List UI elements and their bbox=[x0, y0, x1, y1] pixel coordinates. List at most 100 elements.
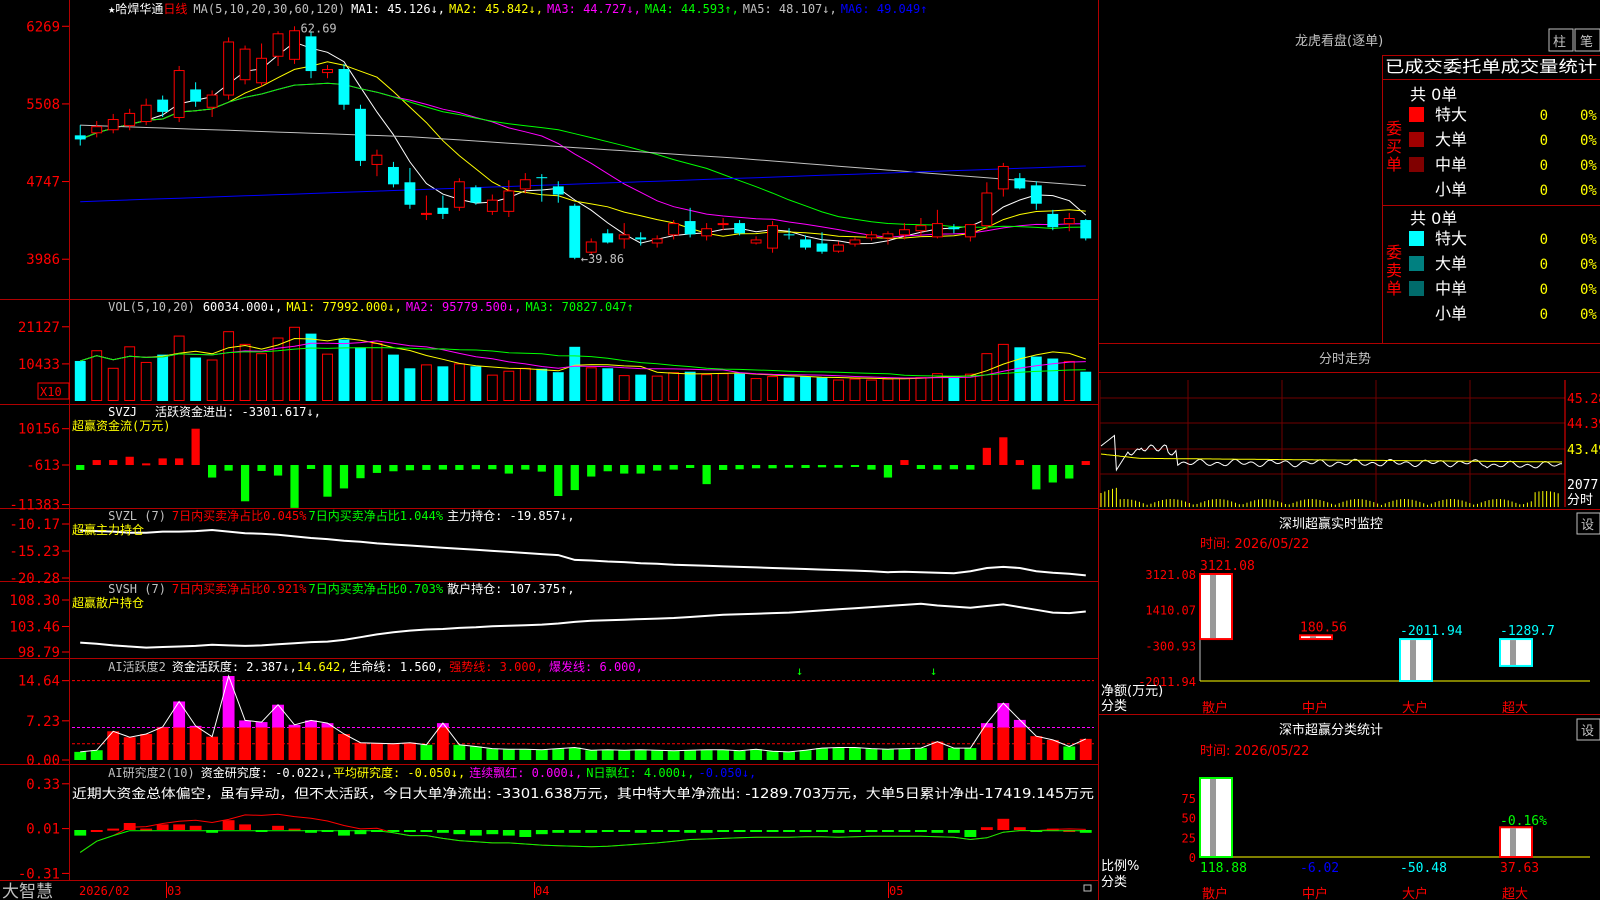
ai1-bar[interactable] bbox=[486, 748, 499, 760]
ai1-bar[interactable] bbox=[1063, 746, 1076, 760]
ai1-bar[interactable] bbox=[371, 743, 383, 760]
svzj-bar[interactable] bbox=[224, 465, 233, 471]
candle[interactable] bbox=[223, 37, 235, 100]
lhb-column-button[interactable]: 柱 bbox=[1548, 28, 1574, 52]
ai1-bar[interactable] bbox=[684, 750, 697, 760]
vol-bar[interactable] bbox=[833, 379, 844, 401]
ai1-bar[interactable] bbox=[74, 751, 87, 760]
ai1-bar[interactable] bbox=[140, 733, 153, 760]
vol-bar[interactable] bbox=[915, 377, 927, 402]
ai1-bar[interactable] bbox=[816, 748, 828, 760]
vol-bar[interactable] bbox=[74, 360, 86, 401]
ai2-bar[interactable] bbox=[173, 824, 186, 830]
ai2-bar[interactable] bbox=[156, 824, 169, 830]
ai2-bar[interactable] bbox=[898, 830, 911, 832]
svzj-bar[interactable] bbox=[488, 465, 497, 470]
ai2-bar[interactable] bbox=[997, 818, 1010, 830]
vol-bar[interactable] bbox=[223, 331, 235, 401]
ai1-bar[interactable] bbox=[90, 750, 103, 760]
vol-bar[interactable] bbox=[1047, 358, 1059, 401]
vol-bar[interactable] bbox=[338, 339, 350, 401]
svzj-bar[interactable] bbox=[603, 465, 612, 472]
vol-bar[interactable] bbox=[536, 368, 548, 401]
svzj-bar[interactable] bbox=[916, 465, 926, 469]
ai1-bar[interactable] bbox=[469, 746, 482, 760]
ai2-bar[interactable] bbox=[1013, 827, 1026, 830]
vol-bar[interactable] bbox=[585, 367, 597, 402]
vol-bar[interactable] bbox=[91, 350, 103, 402]
svzj-bar[interactable] bbox=[1048, 465, 1057, 483]
vol-bar[interactable] bbox=[470, 366, 482, 401]
vol-bar[interactable] bbox=[140, 361, 152, 401]
ai1-bar[interactable] bbox=[1079, 738, 1092, 760]
ai1-bar[interactable] bbox=[733, 750, 746, 760]
vol-bar[interactable] bbox=[783, 377, 795, 401]
ai2-bar[interactable] bbox=[799, 830, 812, 832]
ai2-bar[interactable] bbox=[849, 830, 861, 832]
svzj-bar[interactable] bbox=[933, 465, 942, 470]
vol-bar[interactable] bbox=[668, 372, 680, 402]
ai2-bar[interactable] bbox=[189, 825, 202, 830]
svzj-bar[interactable] bbox=[422, 465, 431, 470]
candle[interactable] bbox=[239, 45, 251, 85]
ai1-bar[interactable] bbox=[453, 744, 466, 760]
ai2-bar[interactable] bbox=[882, 830, 894, 832]
ai2-bar[interactable] bbox=[222, 820, 235, 830]
vol-bar[interactable] bbox=[371, 342, 383, 401]
vol-bar[interactable] bbox=[420, 364, 432, 401]
ai1-bar[interactable] bbox=[849, 747, 861, 760]
vol-bar[interactable] bbox=[569, 346, 581, 401]
svzj-bar[interactable] bbox=[504, 465, 513, 474]
ai2-bar[interactable] bbox=[585, 830, 598, 833]
svzj-bar[interactable] bbox=[718, 465, 728, 470]
ai2-bar[interactable] bbox=[964, 830, 977, 837]
ai2-bar[interactable] bbox=[783, 830, 795, 832]
vol-bar[interactable] bbox=[767, 376, 779, 402]
ai2-bar[interactable] bbox=[667, 830, 680, 832]
ai1-bar[interactable] bbox=[189, 725, 202, 760]
ai2-bar[interactable] bbox=[502, 830, 515, 836]
svzj-bar[interactable] bbox=[1065, 465, 1074, 479]
vol-bar[interactable] bbox=[602, 368, 614, 401]
ai1-bar[interactable] bbox=[865, 748, 878, 760]
svzj-bar[interactable] bbox=[768, 465, 777, 469]
svzj-bar[interactable] bbox=[306, 465, 316, 469]
ai2-bar[interactable] bbox=[717, 830, 730, 832]
ai1-bar[interactable] bbox=[403, 742, 416, 760]
vol-bar[interactable] bbox=[964, 373, 976, 401]
svzj-bar[interactable] bbox=[1081, 461, 1090, 465]
ai2-bar[interactable] bbox=[931, 830, 944, 833]
ai2-bar[interactable] bbox=[469, 830, 482, 836]
ai1-bar[interactable] bbox=[601, 749, 614, 760]
svzj-bar[interactable] bbox=[290, 465, 299, 508]
ai2-bar[interactable] bbox=[750, 830, 763, 832]
ai1-bar[interactable] bbox=[799, 750, 812, 760]
svzj-bar[interactable] bbox=[76, 465, 85, 470]
svzj-bar[interactable] bbox=[1015, 460, 1024, 465]
svzj-bar[interactable] bbox=[438, 465, 448, 470]
candle[interactable] bbox=[767, 221, 779, 253]
vol-bar[interactable] bbox=[800, 376, 811, 401]
candle[interactable] bbox=[289, 26, 300, 64]
vol-bar[interactable] bbox=[849, 378, 861, 401]
svzj-bar[interactable] bbox=[257, 465, 266, 471]
ai2-bar[interactable] bbox=[90, 830, 103, 832]
vol-bar[interactable] bbox=[866, 379, 877, 401]
ai1-bar[interactable] bbox=[173, 701, 186, 760]
vol-bar[interactable] bbox=[503, 370, 515, 401]
ai2-bar[interactable] bbox=[816, 830, 828, 832]
svzj-bar[interactable] bbox=[817, 465, 827, 468]
svzj-bar[interactable] bbox=[356, 465, 365, 479]
svzj-bar[interactable] bbox=[867, 465, 876, 470]
vol-bar[interactable] bbox=[157, 354, 169, 401]
svzj-bar[interactable] bbox=[554, 465, 563, 497]
ai1-bar[interactable] bbox=[832, 747, 845, 760]
vol-bar[interactable] bbox=[107, 367, 119, 401]
ai1-bar[interactable] bbox=[997, 703, 1010, 760]
svzj-bar[interactable] bbox=[455, 465, 464, 470]
vol-bar[interactable] bbox=[948, 376, 960, 401]
ai1-bar[interactable] bbox=[387, 743, 400, 760]
svzj-bar[interactable] bbox=[372, 465, 382, 473]
svzj-bar[interactable] bbox=[587, 465, 596, 477]
ai2-bar[interactable] bbox=[618, 830, 631, 832]
